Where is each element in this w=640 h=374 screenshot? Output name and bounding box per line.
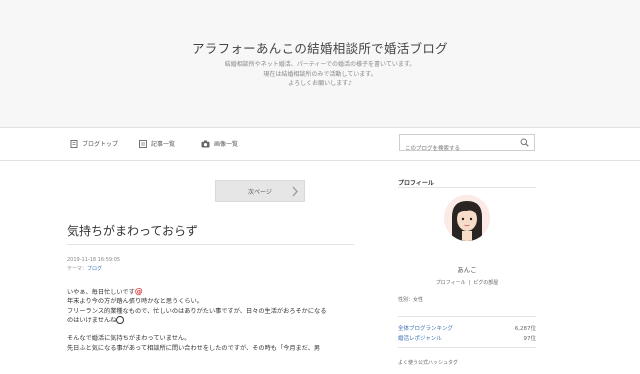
post-theme-link[interactable]: ブログ — [87, 266, 102, 272]
blog-description-line: 結婚相談所やネット婚活、パーティーでの婚活の様子を書いています。 — [224, 61, 416, 68]
nav-article-list[interactable]: 記事一覧 — [139, 139, 175, 148]
post-paragraph: そんなで婚活に気持ちがまわっていません。 — [67, 335, 191, 343]
ranking-value: 97位 — [523, 336, 537, 342]
divider — [398, 347, 536, 348]
divider — [67, 244, 354, 245]
profile-links: プロフィール | ピグの部屋 — [398, 279, 536, 286]
hashtags-heading: よく使う公式ハッシュタグ — [398, 360, 459, 366]
post-paragraph: のはいけませんね — [67, 315, 357, 325]
blog-header: アラフォーあんこの結婚相談所で婚活ブログ 結婚相談所やネット婚活、パーティーでの… — [0, 0, 640, 128]
post-title[interactable]: 気持ちがまわっておらず — [67, 222, 198, 239]
ranking-row[interactable]: 全体ブログランキング 6,287位 — [398, 324, 536, 332]
ranking-row[interactable]: 婚活レポジャンル 97位 — [398, 334, 536, 342]
blog-description-line: よろしくお願いします♪ — [288, 80, 352, 87]
post-paragraph: フリーランス的業種なもので、忙しいのはありがたい事ですが、日々の生活がおろそかに… — [67, 307, 327, 315]
blog-title[interactable]: アラフォーあんこの結婚相談所で婚活ブログ — [0, 38, 640, 57]
ranking-label[interactable]: 婚活レポジャンル — [398, 334, 442, 342]
nav-blog-top[interactable]: ブログトップ — [70, 139, 118, 148]
list-icon — [139, 139, 147, 148]
post-text: いやぁ、毎日忙しいです — [67, 289, 135, 296]
blog-search-input[interactable] — [400, 141, 515, 157]
ranking-value: 6,287位 — [514, 326, 536, 332]
next-page-button[interactable]: 次ページ — [215, 180, 305, 202]
nav-blog-top-label: ブログトップ — [82, 141, 119, 148]
search-icon[interactable] — [520, 138, 529, 147]
book-icon — [70, 139, 78, 148]
nav-article-list-label: 記事一覧 — [151, 141, 176, 148]
profile-heading: プロフィール — [398, 180, 434, 187]
post-paragraph: いやぁ、毎日忙しいです@ — [67, 287, 357, 297]
nav-image-list-label: 画像一覧 — [214, 141, 239, 148]
camera-icon — [201, 140, 210, 147]
post-text: のはいけませんね — [67, 316, 117, 324]
blog-search-box — [399, 134, 535, 157]
chevron-right-icon — [292, 186, 298, 197]
blog-navbar: ブログトップ 記事一覧 画像一覧 — [0, 128, 640, 161]
avatar[interactable] — [444, 195, 490, 241]
blog-description-line: 現在は結婚相談所のみで活動しています。 — [263, 70, 377, 78]
post-paragraph: 先日ふと気になる事があって相談所に問い合わせをしたのですが、その時も「今月まだ、… — [67, 344, 321, 352]
next-page-label: 次ページ — [248, 188, 272, 196]
divider — [398, 316, 536, 317]
profile-link[interactable]: プロフィール — [433, 280, 469, 286]
profile-gender: 性別：女性 — [398, 297, 424, 303]
swirl-emoji-icon: @ — [134, 287, 143, 296]
post-theme-prefix: テーマ： — [67, 266, 88, 272]
profile-avatar-illustration — [444, 195, 490, 241]
pigg-room-link[interactable]: ピグの部屋 — [470, 280, 501, 286]
divider — [398, 187, 536, 188]
nav-image-list[interactable]: 画像一覧 — [201, 139, 238, 148]
ranking-label[interactable]: 全体ブログランキング — [398, 324, 453, 332]
post-body: いやぁ、毎日忙しいです@ 年末より今の方が踏ん張り時かなと思うくらい。 フリーラ… — [67, 287, 357, 353]
post-date: 2019-11-18 16:59:05 — [67, 257, 121, 263]
post-theme: テーマ：ブログ — [67, 265, 102, 272]
profile-name[interactable]: あんこ — [398, 264, 536, 274]
face-emoji-icon — [116, 315, 125, 324]
post-paragraph: 年末より今の方が踏ん張り時かなと思うくらい。 — [67, 298, 203, 306]
blog-description: 結婚相談所やネット婚活、パーティーでの婚活の様子を書いています。 現在は結婚相談… — [0, 60, 640, 89]
